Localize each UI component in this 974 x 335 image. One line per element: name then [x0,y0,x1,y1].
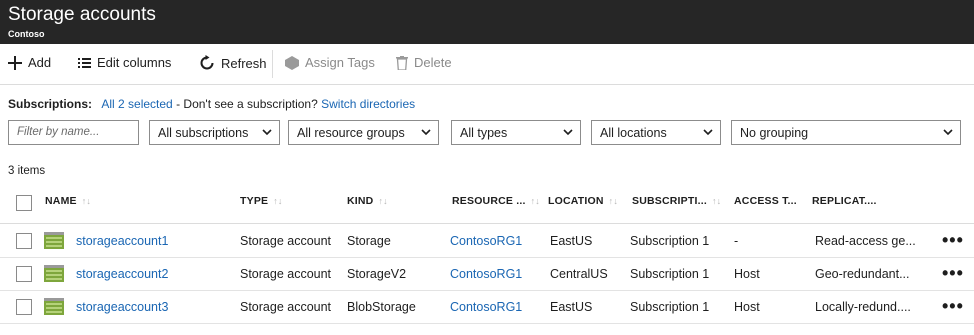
resource-group-link[interactable]: ContosoRG1 [450,267,522,281]
trash-icon [396,55,408,70]
subscriptions-info: Subscriptions: All 2 selected - Don't se… [8,97,415,111]
storage-account-name-link[interactable]: storageaccount1 [76,234,168,248]
delete-button[interactable]: Delete [396,55,452,70]
cell-type: Storage account [240,300,332,314]
cell-access-tier: - [734,234,739,248]
sort-icon: ↑↓ [378,196,388,206]
subscriptions-dropdown[interactable]: All subscriptions [149,120,280,145]
column-header-location[interactable]: LOCATION ↑↓ [548,195,618,207]
name-filter-placeholder: Filter by name... [17,126,100,138]
chevron-down-icon [563,129,573,136]
command-bar: Add Edit columns Refresh Assign Tags Del… [0,44,974,85]
cell-subscription: Subscription 1 [630,234,710,248]
subscriptions-hint: - Don't see a subscription? [172,97,322,111]
column-header-type[interactable]: TYPE ↑↓ [240,195,283,207]
table-row[interactable]: storageaccount1 Storage account Storage … [0,225,974,258]
column-header-subscription[interactable]: SUBSCRIPTI... ↑↓ [632,195,721,207]
subscriptions-dropdown-value: All subscriptions [158,126,249,140]
toolbar-divider [272,50,273,78]
storage-account-icon [44,232,64,249]
more-options-button[interactable]: ••• [942,230,964,251]
page-title: Storage accounts [8,4,156,25]
sort-icon: ↑↓ [273,196,283,206]
cell-kind: Storage [347,234,391,248]
table-row[interactable]: storageaccount2 Storage account StorageV… [0,258,974,291]
subscriptions-label: Subscriptions: [8,97,93,111]
plus-icon [8,55,22,70]
sort-icon: ↑↓ [81,196,92,206]
locations-dropdown[interactable]: All locations [591,120,721,145]
name-filter-input[interactable]: Filter by name... [8,120,139,145]
assign-tags-button[interactable]: Assign Tags [285,55,375,70]
blade-header: Storage accounts Contoso [0,0,974,44]
resource-group-link[interactable]: ContosoRG1 [450,234,522,248]
row-checkbox[interactable] [16,266,32,282]
edit-columns-button[interactable]: Edit columns [78,55,171,70]
cell-replication: Read-access ge... [815,234,916,248]
assign-tags-label: Assign Tags [305,55,375,70]
delete-label: Delete [414,55,452,70]
refresh-label: Refresh [221,55,267,71]
storage-account-name-link[interactable]: storageaccount2 [76,267,168,281]
chevron-down-icon [943,129,953,136]
row-checkbox[interactable] [16,233,32,249]
column-header-name[interactable]: NAME ↑↓ [45,195,91,207]
subscriptions-selected-link[interactable]: All 2 selected [101,97,172,111]
refresh-icon [200,55,214,70]
sort-icon: ↑↓ [711,196,722,206]
storage-account-icon [44,265,64,282]
grouping-dropdown-value: No grouping [740,126,809,140]
sort-icon: ↑↓ [530,196,540,206]
resource-group-link[interactable]: ContosoRG1 [450,300,522,314]
switch-directories-link[interactable]: Switch directories [321,97,415,111]
cell-location: EastUS [550,300,593,314]
cell-location: EastUS [550,234,593,248]
storage-account-name-link[interactable]: storageaccount3 [76,300,168,314]
types-dropdown-value: All types [460,126,508,140]
cell-replication: Locally-redund.... [815,300,911,314]
resource-groups-dropdown-value: All resource groups [297,126,405,140]
select-all-checkbox[interactable] [16,195,32,211]
list-icon [78,57,91,68]
cell-subscription: Subscription 1 [630,300,710,314]
cell-replication: Geo-redundant... [815,267,910,281]
types-dropdown[interactable]: All types [451,120,581,145]
add-label: Add [28,55,52,70]
column-header-access-tier[interactable]: ACCESS T... [734,195,797,207]
column-header-kind[interactable]: KIND ↑↓ [347,195,388,207]
column-header-resource-group[interactable]: RESOURCE ... ↑↓ [452,195,540,207]
cell-type: Storage account [240,234,332,248]
storage-account-icon [44,298,64,315]
grid-header-row: NAME ↑↓ TYPE ↑↓ KIND ↑↓ RESOURCE ... ↑↓ LOCA… [0,183,974,224]
cell-type: Storage account [240,267,332,281]
refresh-button[interactable]: Refresh [199,55,267,71]
grouping-dropdown[interactable]: No grouping [731,120,961,145]
page-subtitle: Contoso [8,29,45,39]
chevron-down-icon [262,129,272,136]
locations-dropdown-value: All locations [600,126,667,140]
chevron-down-icon [703,129,713,136]
items-count: 3 items [8,165,46,177]
cell-access-tier: Host [734,300,760,314]
cell-subscription: Subscription 1 [630,267,710,281]
column-header-replication[interactable]: REPLICAT.... [812,195,877,207]
resource-groups-dropdown[interactable]: All resource groups [288,120,439,145]
chevron-down-icon [421,129,431,136]
table-row[interactable]: storageaccount3 Storage account BlobStor… [0,291,974,324]
cell-kind: BlobStorage [347,300,416,314]
tag-icon [285,55,299,70]
sort-icon: ↑↓ [608,196,619,206]
more-options-button[interactable]: ••• [942,296,964,317]
more-options-button[interactable]: ••• [942,263,964,284]
add-button[interactable]: Add [8,55,51,70]
row-checkbox[interactable] [16,299,32,315]
edit-columns-label: Edit columns [97,55,172,70]
cell-kind: StorageV2 [347,267,407,281]
cell-access-tier: Host [734,267,760,281]
cell-location: CentralUS [550,267,608,281]
